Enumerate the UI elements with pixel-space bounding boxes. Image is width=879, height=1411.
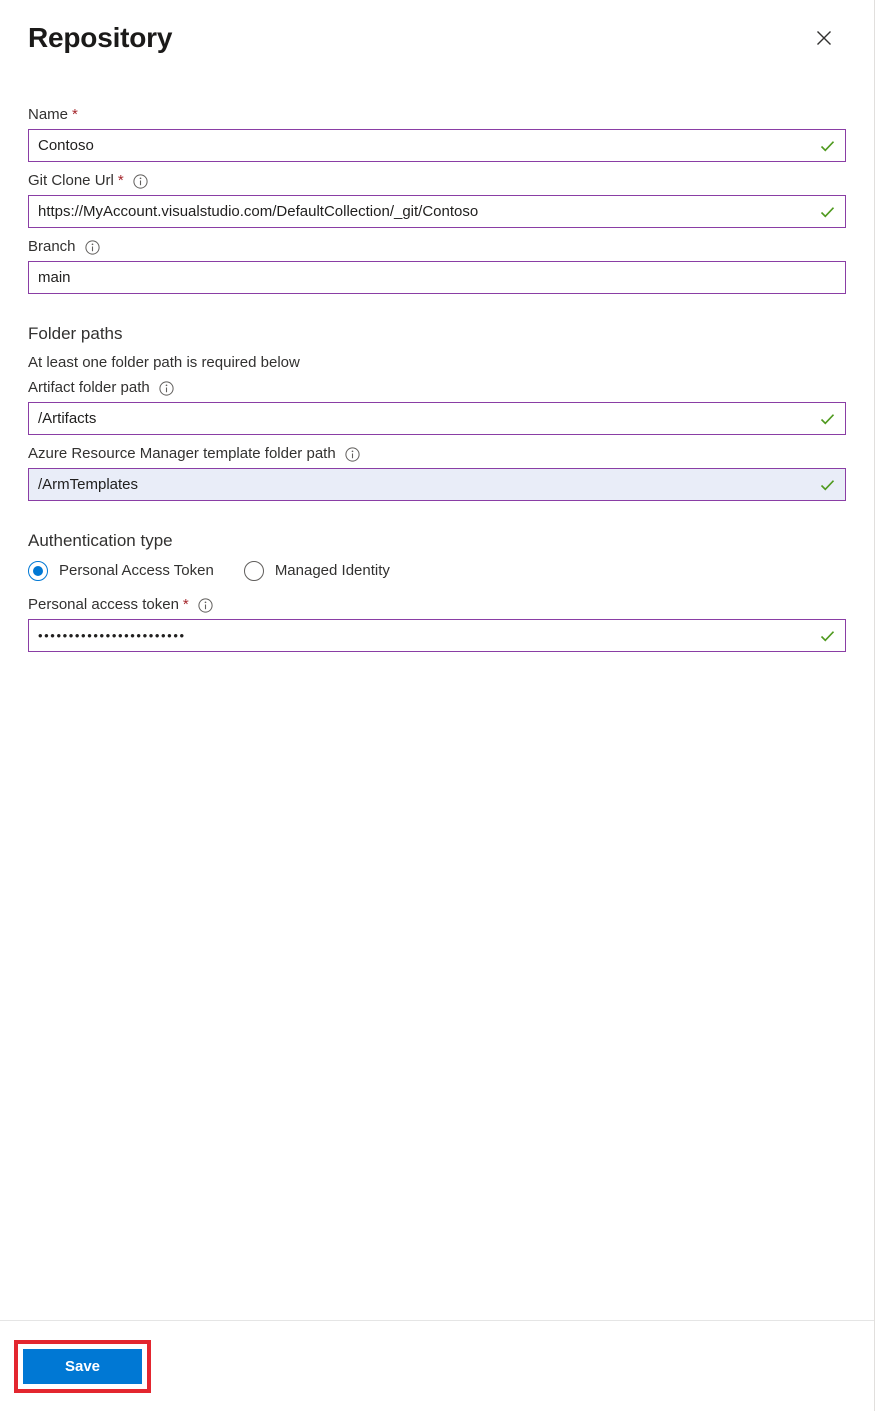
- git-clone-url-input-value: https://MyAccount.visualstudio.com/Defau…: [38, 202, 479, 220]
- form-body: Name * Contoso Git Clone Url * https://M…: [0, 104, 874, 1320]
- folder-paths-title: Folder paths: [28, 324, 123, 343]
- field-label-personal-access-token: Personal access token *: [28, 594, 846, 616]
- branch-input-value: main: [38, 268, 71, 286]
- info-icon[interactable]: [159, 380, 174, 396]
- valid-check-icon: [819, 476, 836, 493]
- artifact-folder-path-input-value: /Artifacts: [38, 409, 97, 427]
- valid-check-icon: [819, 137, 836, 154]
- authentication-title: Authentication type: [28, 531, 173, 550]
- page-title: Repository: [28, 22, 173, 53]
- field-personal-access-token: Personal access token * ••••••••••••••••…: [28, 594, 846, 652]
- close-icon[interactable]: [808, 22, 840, 54]
- artifact-folder-path-input[interactable]: /Artifacts: [28, 402, 846, 435]
- label-text: Personal access token: [28, 596, 179, 613]
- info-icon[interactable]: [345, 446, 360, 462]
- info-icon[interactable]: [198, 597, 213, 613]
- authentication-radio-group: Personal Access Token Managed Identity: [28, 561, 846, 581]
- radio-label: Managed Identity: [274, 562, 390, 579]
- valid-check-icon: [819, 410, 836, 427]
- label-text: Branch: [28, 238, 76, 255]
- field-name: Name * Contoso: [28, 104, 846, 162]
- radio-mark: [243, 561, 264, 581]
- repository-blade: Repository Name * Contoso Git Clone Url …: [0, 0, 875, 1411]
- field-git-clone-url: Git Clone Url * https://MyAccount.visual…: [28, 170, 846, 228]
- field-label-branch: Branch: [28, 236, 846, 258]
- git-clone-url-input[interactable]: https://MyAccount.visualstudio.com/Defau…: [28, 195, 846, 228]
- label-text: Artifact folder path: [28, 379, 150, 396]
- info-icon[interactable]: [133, 173, 148, 189]
- radio-managed-identity[interactable]: Managed Identity: [243, 561, 390, 581]
- label-text: Name: [28, 106, 69, 123]
- folder-paths-section: Folder paths At least one folder path is…: [28, 322, 846, 501]
- field-label-name: Name *: [28, 104, 846, 126]
- save-highlight-annotation: Save: [14, 1340, 151, 1393]
- save-button[interactable]: Save: [23, 1349, 142, 1384]
- name-input-value: Contoso: [38, 136, 94, 154]
- label-text: Git Clone Url: [28, 172, 114, 189]
- field-artifact-folder-path: Artifact folder path /Artifacts: [28, 377, 846, 435]
- personal-access-token-input-value: ••••••••••••••••••••••••: [38, 627, 186, 643]
- field-branch: Branch main: [28, 236, 846, 294]
- arm-template-folder-path-input[interactable]: /ArmTemplates: [28, 468, 846, 501]
- field-arm-template-folder-path: Azure Resource Manager template folder p…: [28, 443, 846, 501]
- arm-template-folder-path-input-value: /ArmTemplates: [38, 475, 139, 493]
- authentication-section: Authentication type Personal Access Toke…: [28, 529, 846, 652]
- label-text: Azure Resource Manager template folder p…: [28, 445, 336, 462]
- valid-check-icon: [819, 203, 836, 220]
- personal-access-token-input[interactable]: ••••••••••••••••••••••••: [28, 619, 846, 652]
- field-label-git-clone-url: Git Clone Url *: [28, 170, 846, 192]
- radio-label: Personal Access Token: [59, 562, 214, 579]
- field-label-arm-template-folder-path: Azure Resource Manager template folder p…: [28, 443, 846, 465]
- radio-personal-access-token[interactable]: Personal Access Token: [28, 561, 214, 581]
- required-indicator: *: [182, 596, 189, 613]
- info-icon[interactable]: [84, 239, 100, 255]
- name-input[interactable]: Contoso: [28, 129, 846, 162]
- blade-footer: Save: [0, 1320, 874, 1411]
- field-label-artifact-folder-path: Artifact folder path: [28, 377, 846, 399]
- required-indicator: *: [72, 106, 78, 123]
- blade-header: Repository: [0, 0, 874, 104]
- folder-paths-hint: At least one folder path is required bel…: [28, 354, 300, 371]
- radio-mark: [28, 561, 48, 581]
- branch-input[interactable]: main: [28, 261, 846, 294]
- required-indicator: *: [117, 172, 124, 189]
- valid-check-icon: [819, 627, 836, 644]
